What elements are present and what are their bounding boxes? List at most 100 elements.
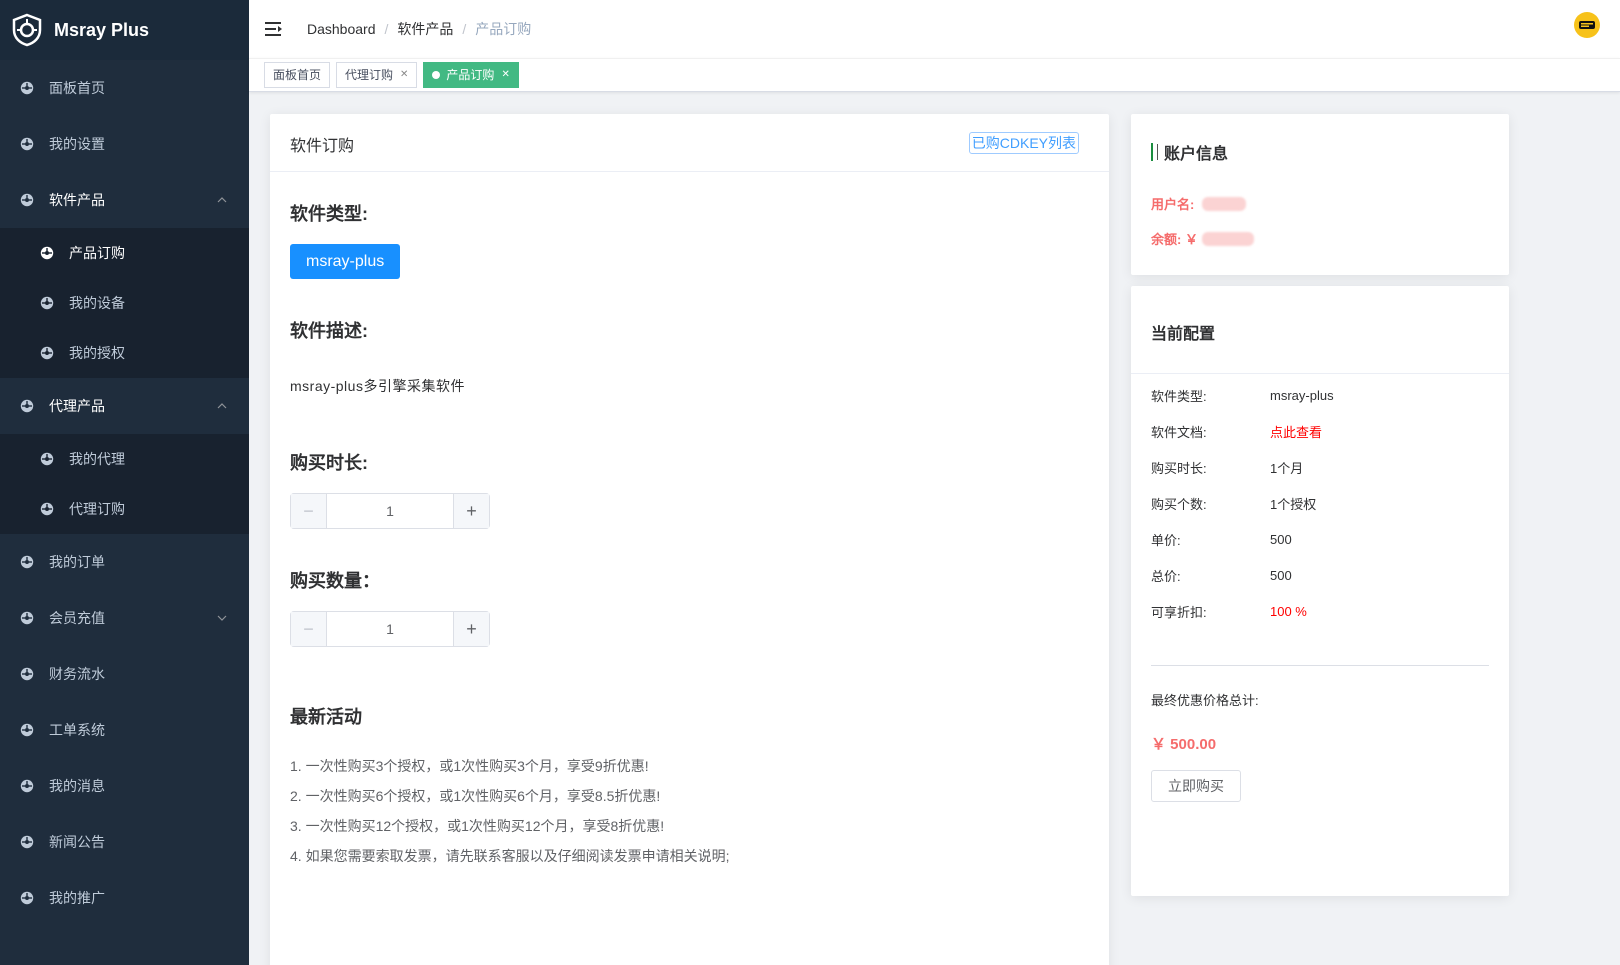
sidebar-subitem-label: 我的代理 — [69, 451, 125, 467]
chevron-down-icon — [217, 615, 227, 621]
software-doc-link[interactable]: 点此查看 — [1270, 422, 1322, 441]
promo-item: 3. 一次性购买12个授权，或1次性购买12个月，享受8折优惠! — [290, 818, 665, 834]
user-avatar[interactable] — [1574, 12, 1600, 38]
buy-now-button[interactable]: 立即购买 — [1151, 770, 1241, 802]
tab-product-order[interactable]: 产品订购 ✕ — [423, 62, 519, 88]
tab-label: 面板首页 — [273, 68, 322, 82]
balance-row: 余额: ￥ — [1151, 229, 1489, 248]
sidebar-subitem[interactable]: 代理订购 — [0, 484, 249, 534]
topbar: Dashboard / 软件产品 / 产品订购 — [249, 0, 1620, 58]
breadcrumb-software[interactable]: 软件产品 — [397, 19, 453, 39]
sidebar-item[interactable]: 我的消息 — [0, 758, 249, 814]
software-desc-title: 软件描述: — [290, 321, 368, 341]
order-card-header: 软件订购 已购CDKEY列表 — [270, 114, 1109, 172]
breadcrumb-dashboard[interactable]: Dashboard — [307, 21, 376, 37]
quantity-stepper: − 1 + — [290, 611, 490, 647]
username-redacted — [1202, 196, 1247, 211]
sidebar-item[interactable]: 我的设置 — [0, 116, 249, 172]
config-value: 100 % — [1270, 603, 1307, 619]
sidebar-item-label: 工单系统 — [49, 722, 105, 738]
config-title: 当前配置 — [1131, 286, 1509, 374]
quantity-increase-button[interactable]: + — [453, 612, 489, 646]
sidebar-subitem-label: 我的授权 — [69, 345, 125, 361]
dashboard-icon — [40, 502, 54, 516]
config-value: 500 — [1270, 567, 1292, 583]
sidebar-subitem[interactable]: 我的设备 — [0, 278, 249, 328]
config-row: 软件类型: msray-plus — [1131, 377, 1509, 413]
config-row: 购买时长: 1个月 — [1131, 449, 1509, 485]
balance-label: 余额: ￥ — [1151, 232, 1198, 247]
duration-input[interactable]: 1 — [327, 494, 453, 528]
breadcrumb-separator: / — [462, 21, 467, 37]
config-key: 购买个数: — [1151, 496, 1207, 512]
quantity-input[interactable]: 1 — [327, 612, 453, 646]
config-value: 1个授权 — [1270, 496, 1317, 512]
sidebar: Msray Plus 面板首页我的设置软件产品产品订购我的设备我的授权代理产品我… — [0, 0, 249, 965]
sidebar-subitem[interactable]: 我的授权 — [0, 328, 249, 378]
config-key: 可享折扣: — [1151, 604, 1207, 620]
sidebar-item[interactable]: 会员充值 — [0, 590, 249, 646]
sidebar-subitem[interactable]: 我的代理 — [0, 434, 249, 484]
promo-list: 1. 一次性购买3个授权，或1次性购买3个月，享受9折优惠! 2. 一次性购买6… — [290, 751, 1089, 871]
sidebar-item-label: 面板首页 — [49, 80, 105, 96]
account-title-text: 账户信息 — [1164, 146, 1229, 163]
sidebar-item[interactable]: 软件产品 — [0, 172, 249, 228]
config-row: 总价: 500 — [1131, 557, 1509, 593]
sidebar-item[interactable]: 工单系统 — [0, 702, 249, 758]
config-row: 软件文档: 点此查看 — [1131, 413, 1509, 449]
sidebar-item[interactable]: 财务流水 — [0, 646, 249, 702]
tab-label: 产品订购 — [446, 68, 495, 82]
duration-title: 购买时长: — [290, 453, 368, 473]
sidebar-item[interactable]: 新闻公告 — [0, 814, 249, 870]
title-accent-bar — [1151, 143, 1153, 161]
duration-decrease-button[interactable]: − — [291, 494, 327, 528]
config-row: 购买个数: 1个授权 — [1131, 485, 1509, 521]
software-type-option[interactable]: msray-plus — [290, 244, 401, 279]
tags-view: 面板首页 代理订购 ✕ 产品订购 ✕ — [249, 58, 1620, 92]
balance-redacted — [1201, 231, 1254, 246]
dashboard-icon — [20, 667, 34, 681]
config-key: 购买时长: — [1151, 460, 1207, 476]
sidebar-item-label: 会员充值 — [49, 610, 105, 626]
dashboard-icon — [20, 611, 34, 625]
config-value: 1个月 — [1270, 460, 1304, 476]
config-table: 软件类型: msray-plus 软件文档: 点此查看 购买时长: 1个月 购买个数:… — [1131, 374, 1509, 629]
tab-home[interactable]: 面板首页 — [264, 62, 331, 88]
config-value: 500 — [1270, 531, 1292, 547]
close-icon[interactable]: ✕ — [501, 63, 509, 87]
dashboard-icon — [20, 835, 34, 849]
dashboard-icon — [20, 81, 34, 95]
dashboard-icon — [20, 779, 34, 793]
total-label: 最终优惠价格总计: — [1151, 693, 1259, 708]
quantity-decrease-button[interactable]: − — [291, 612, 327, 646]
sidebar-item[interactable]: 我的订单 — [0, 534, 249, 590]
sidebar-item[interactable]: 代理产品 — [0, 378, 249, 434]
sidebar-subitem[interactable]: 产品订购 — [0, 228, 249, 278]
sidebar-item[interactable]: 面板首页 — [0, 60, 249, 116]
sidebar-item[interactable]: 我的推广 — [0, 870, 249, 926]
sidebar-subitem-label: 产品订购 — [69, 245, 125, 261]
sidebar-item-label: 我的设置 — [49, 136, 105, 152]
cdkey-list-button[interactable]: 已购CDKEY列表 — [968, 132, 1079, 154]
hamburger-icon[interactable] — [265, 21, 283, 37]
config-value: msray-plus — [1270, 387, 1334, 403]
tab-agent-order[interactable]: 代理订购 ✕ — [336, 62, 418, 88]
config-key: 总价: — [1151, 568, 1181, 584]
sidebar-item-label: 软件产品 — [49, 192, 105, 208]
app-name: Msray Plus — [54, 19, 150, 40]
chevron-up-icon — [217, 403, 227, 409]
sidebar-subitem-label: 代理订购 — [69, 501, 125, 517]
active-dot-icon — [432, 71, 441, 79]
config-key: 单价: — [1151, 532, 1181, 548]
sidebar-item-label: 我的推广 — [49, 890, 105, 906]
close-icon[interactable]: ✕ — [400, 63, 408, 87]
app-logo[interactable]: Msray Plus — [0, 0, 249, 60]
config-card: 当前配置 软件类型: msray-plus 软件文档: 点此查看 购买时长: 1个月 … — [1131, 286, 1509, 896]
duration-increase-button[interactable]: + — [453, 494, 489, 528]
breadcrumb-current: 产品订购 — [475, 21, 532, 37]
order-card: 软件订购 已购CDKEY列表 软件类型: msray-plus 软件描述: ms… — [270, 114, 1109, 965]
dashboard-icon — [20, 137, 34, 151]
promo-item: 2. 一次性购买6个授权，或1次性购买6个月，享受8.5折优惠! — [290, 788, 661, 804]
duration-stepper: − 1 + — [290, 493, 490, 529]
sidebar-item-label: 财务流水 — [49, 666, 105, 682]
